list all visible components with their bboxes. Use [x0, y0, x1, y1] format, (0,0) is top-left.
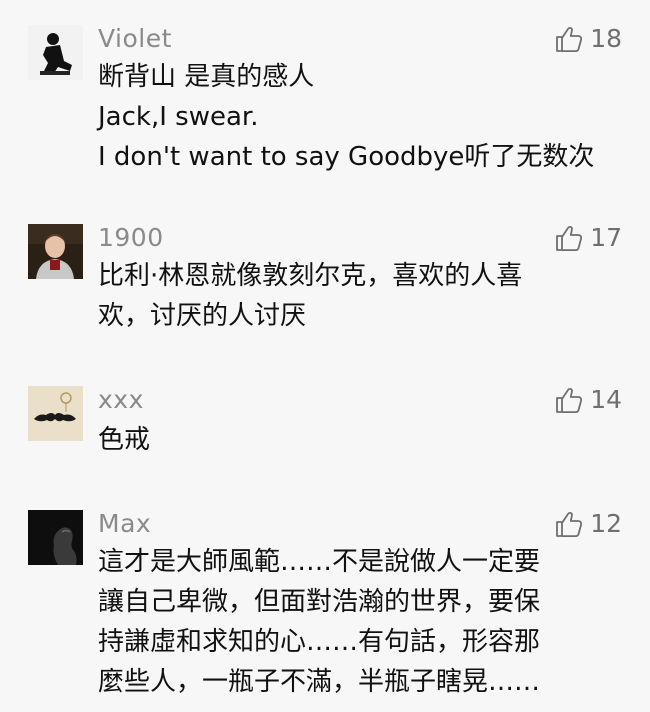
- username[interactable]: xxx: [98, 384, 144, 416]
- comment-line: I don't want to say Goodbye听了无数次: [98, 142, 595, 172]
- comment-line: 色戒: [98, 425, 151, 455]
- like-button[interactable]: 14: [554, 383, 622, 417]
- comment-text: 色戒: [98, 420, 628, 460]
- like-button[interactable]: 17: [554, 221, 622, 255]
- like-count: 17: [590, 223, 622, 252]
- comment-text: 断背山 是真的感人 Jack,I swear. I don't want to …: [98, 57, 628, 177]
- username[interactable]: 1900: [98, 222, 164, 254]
- comment-text: 這才是大師風範……不是說做人一定要 讓自己卑微，但面對浩瀚的世界，要保 持謙虛和…: [98, 542, 628, 702]
- comment-line: 比利·林恩就像敦刻尔克，喜欢的人喜: [98, 261, 523, 291]
- avatar[interactable]: [28, 224, 83, 279]
- like-button[interactable]: 18: [554, 22, 622, 56]
- like-count: 18: [590, 24, 622, 53]
- like-count: 14: [590, 385, 622, 414]
- avatar[interactable]: [28, 386, 83, 441]
- like-count: 12: [590, 509, 622, 538]
- comment-line: Jack,I swear.: [98, 102, 259, 132]
- avatar[interactable]: [28, 25, 83, 80]
- thumbs-up-icon: [556, 388, 583, 413]
- avatar[interactable]: [28, 510, 83, 565]
- comment-line: 麼些人，一瓶子不滿，半瓶子瞎晃……: [98, 667, 541, 697]
- comment-line: 欢，讨厌的人讨厌: [98, 301, 307, 331]
- thumbs-up-icon: [556, 226, 583, 251]
- username[interactable]: Violet: [98, 23, 172, 55]
- comment-line: 讓自己卑微，但面對浩瀚的世界，要保: [98, 587, 541, 617]
- like-button[interactable]: 12: [554, 507, 622, 541]
- comment-text: 比利·林恩就像敦刻尔克，喜欢的人喜 欢，讨厌的人讨厌: [98, 256, 628, 336]
- comment-line: 這才是大師風範……不是說做人一定要: [98, 547, 541, 577]
- comment-line: 断背山 是真的感人: [98, 62, 315, 92]
- thumbs-up-icon: [556, 27, 583, 52]
- comment-line: 持謙虛和求知的心……有句話，形容那: [98, 627, 541, 657]
- thumbs-up-icon: [556, 512, 583, 537]
- username[interactable]: Max: [98, 508, 151, 540]
